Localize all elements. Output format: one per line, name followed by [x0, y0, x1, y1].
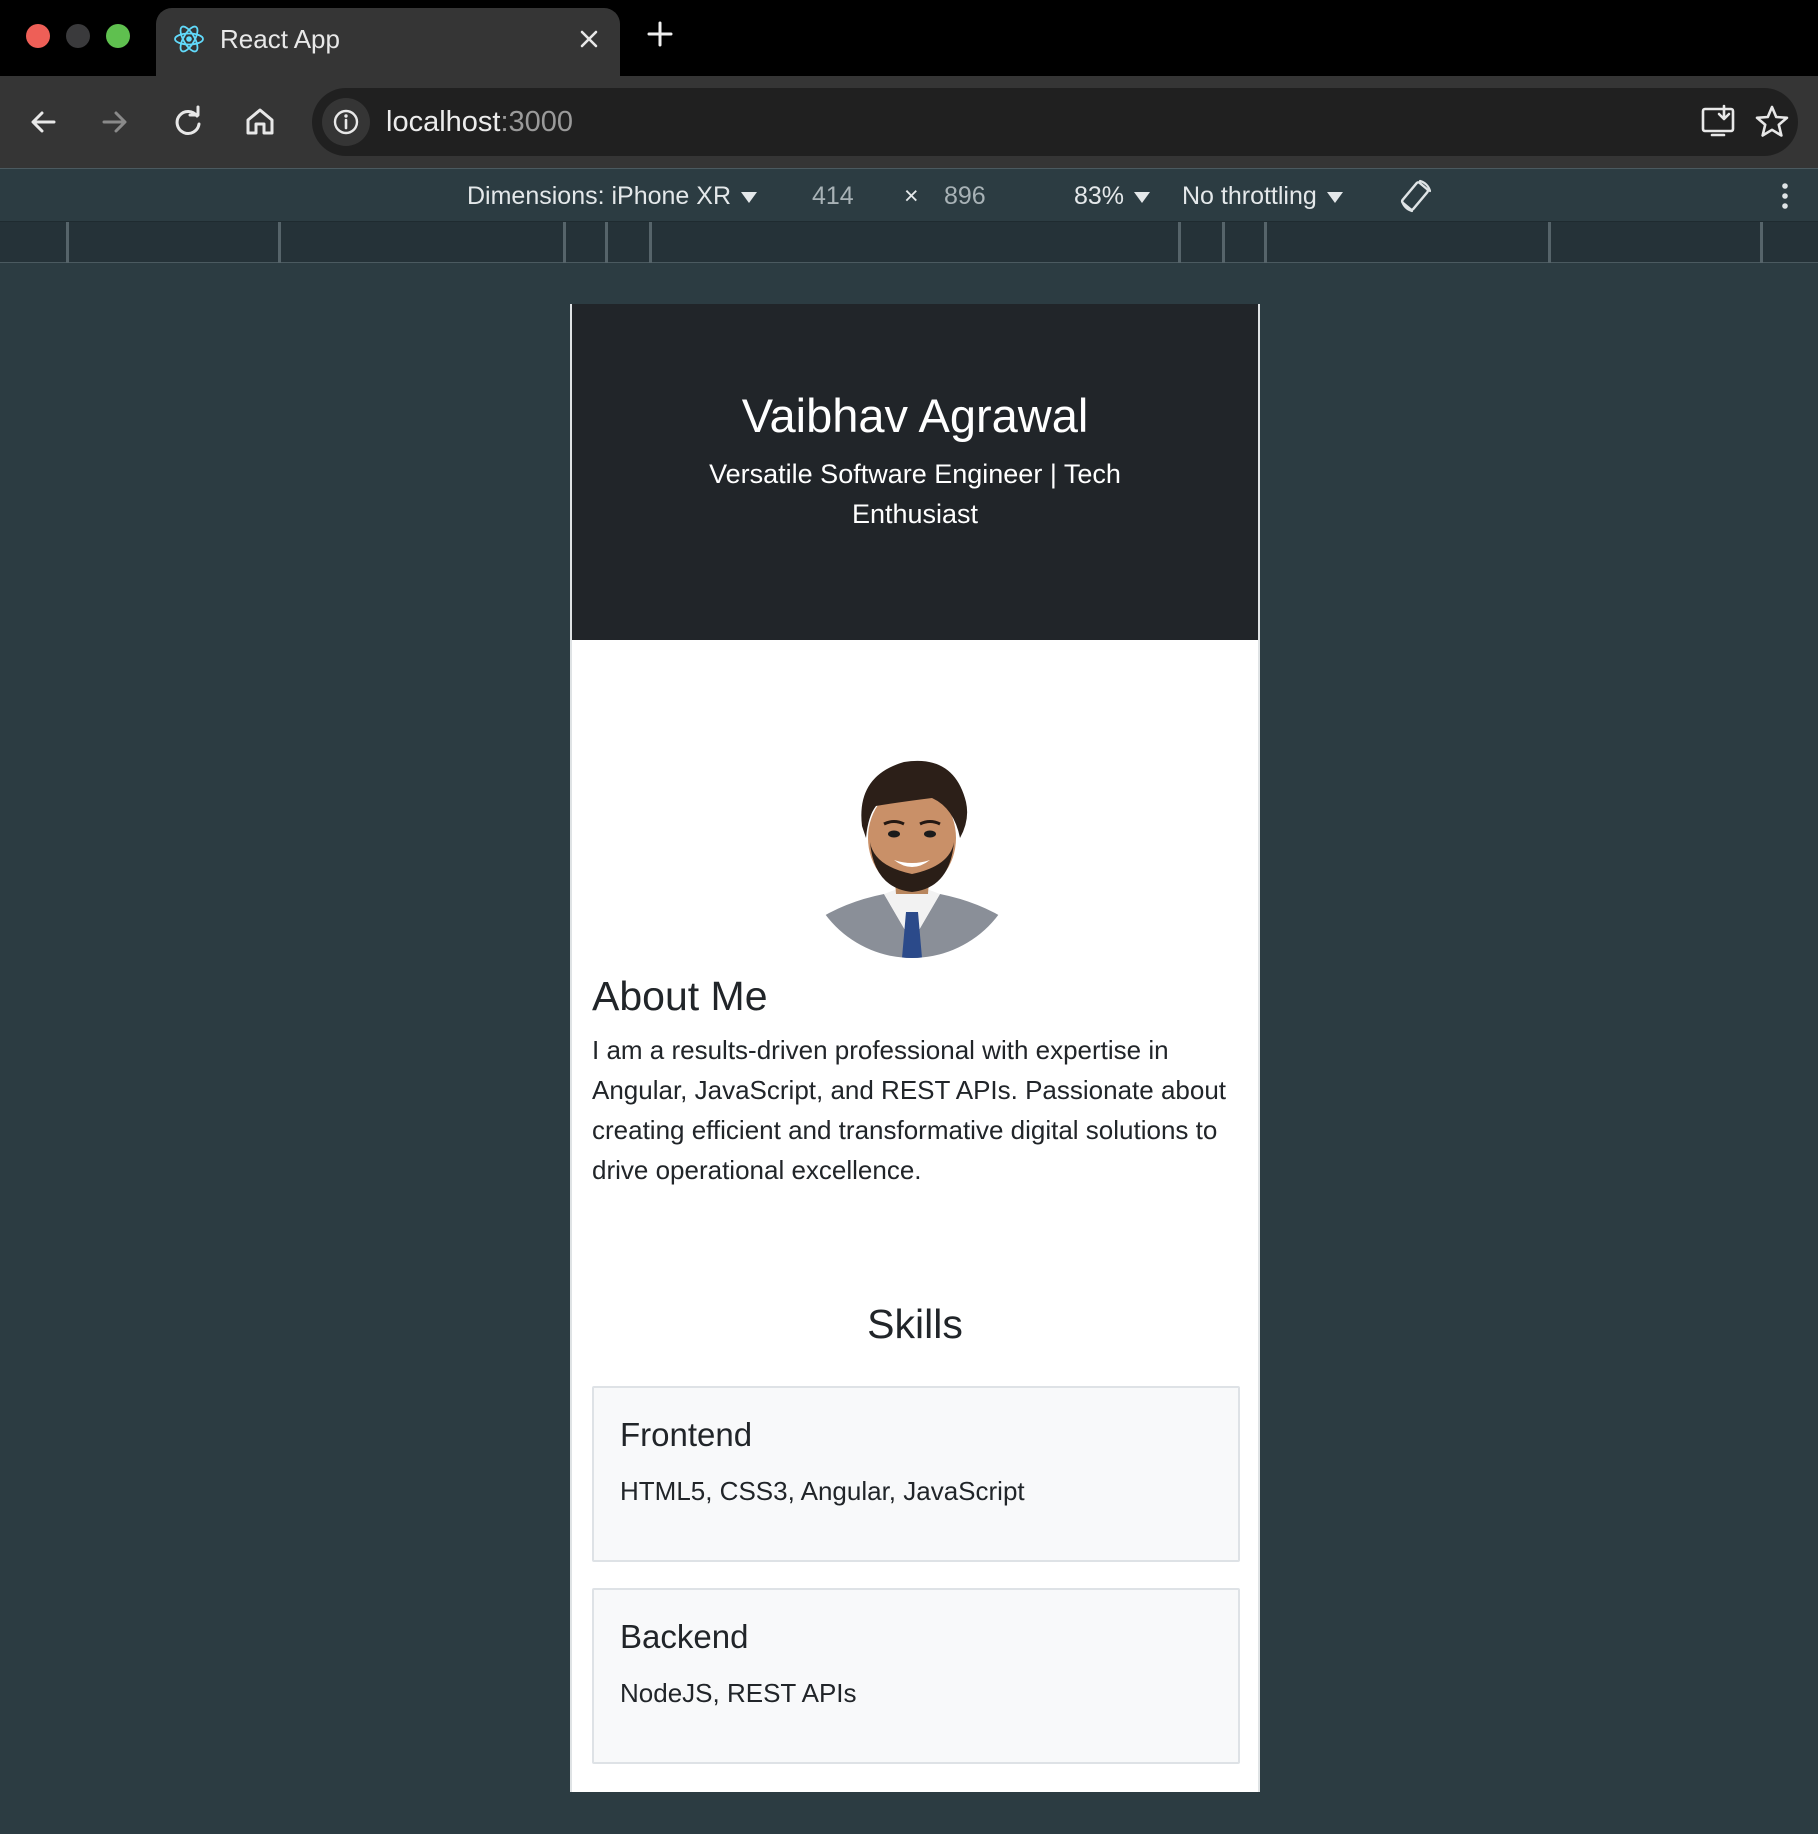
url-text: localhost:3000	[386, 104, 573, 140]
media-query-marker[interactable]	[605, 222, 608, 263]
skill-title: Backend	[620, 1618, 749, 1655]
window-close-button[interactable]	[26, 24, 50, 48]
width-input[interactable]: 414	[812, 181, 854, 211]
skill-card-backend: Backend NodeJS, REST APIs	[592, 1588, 1240, 1764]
throttling-label: No throttling	[1182, 182, 1317, 210]
home-icon[interactable]	[238, 100, 282, 144]
close-icon[interactable]	[572, 22, 606, 56]
skill-card-frontend: Frontend HTML5, CSS3, Angular, JavaScrip…	[592, 1386, 1240, 1562]
caret-down-icon	[1326, 191, 1343, 203]
tab-strip: React App	[0, 0, 1818, 76]
skill-list: NodeJS, REST APIs	[620, 1678, 857, 1708]
hero-tagline: Versatile Software Engineer | Tech Enthu…	[709, 459, 1121, 529]
hero-section: Vaibhav Agrawal Versatile Software Engin…	[572, 304, 1258, 640]
dimensions-label: Dimensions: iPhone XR	[467, 182, 732, 210]
caret-down-icon	[1134, 191, 1151, 203]
zoom-dropdown[interactable]: 83%	[1074, 181, 1151, 211]
plus-icon[interactable]	[642, 16, 678, 52]
arrow-right-icon[interactable]	[92, 100, 136, 144]
media-query-marker[interactable]	[1548, 222, 1551, 263]
skill-list: HTML5, CSS3, Angular, JavaScript	[620, 1476, 1025, 1506]
browser-window: React App localhost:3000 Dimensions: iPh…	[0, 0, 1818, 1834]
zoom-label: 83%	[1074, 182, 1125, 210]
caret-down-icon	[741, 191, 758, 203]
rotate-icon[interactable]	[1396, 177, 1436, 222]
more-vertical-icon[interactable]	[1770, 181, 1800, 216]
skills-heading: Skills	[867, 1301, 963, 1347]
about-heading: About Me	[592, 973, 768, 1019]
device-viewport: Vaibhav Agrawal Versatile Software Engin…	[570, 304, 1260, 1792]
media-query-marker[interactable]	[66, 222, 69, 263]
media-query-marker[interactable]	[563, 222, 566, 263]
hero-name: Vaibhav Agrawal	[741, 389, 1089, 442]
media-query-marker[interactable]	[1760, 222, 1763, 263]
times-symbol: ×	[904, 182, 919, 210]
tab-react-app[interactable]: React App	[156, 8, 620, 76]
window-minimize-button[interactable]	[66, 24, 90, 48]
dimensions-dropdown[interactable]: Dimensions: iPhone XR	[467, 181, 758, 211]
url-port: :3000	[500, 106, 574, 138]
tab-title: React App	[220, 24, 340, 54]
device-toolbar: Dimensions: iPhone XR 414 × 896 83% No t…	[0, 168, 1818, 222]
media-query-bar[interactable]	[0, 222, 1818, 263]
window-maximize-button[interactable]	[106, 24, 130, 48]
skill-title: Frontend	[620, 1416, 753, 1453]
url-host: localhost	[386, 106, 501, 138]
media-query-marker[interactable]	[1178, 222, 1181, 263]
address-bar[interactable]: localhost:3000	[312, 88, 1798, 156]
install-icon[interactable]	[1698, 102, 1738, 142]
avatar	[804, 742, 1020, 958]
throttling-dropdown[interactable]: No throttling	[1182, 181, 1343, 211]
arrow-left-icon[interactable]	[22, 100, 66, 144]
media-query-marker[interactable]	[278, 222, 281, 263]
react-atom-icon	[172, 22, 206, 56]
media-query-marker[interactable]	[1264, 222, 1267, 263]
info-icon[interactable]	[322, 98, 370, 146]
media-query-marker[interactable]	[649, 222, 652, 263]
browser-toolbar: localhost:3000	[0, 76, 1818, 168]
height-input[interactable]: 896	[944, 181, 986, 211]
reload-icon[interactable]	[166, 100, 210, 144]
star-icon[interactable]	[1752, 102, 1792, 142]
media-query-marker[interactable]	[1222, 222, 1225, 263]
about-text: I am a results-driven professional with …	[592, 1035, 1227, 1185]
